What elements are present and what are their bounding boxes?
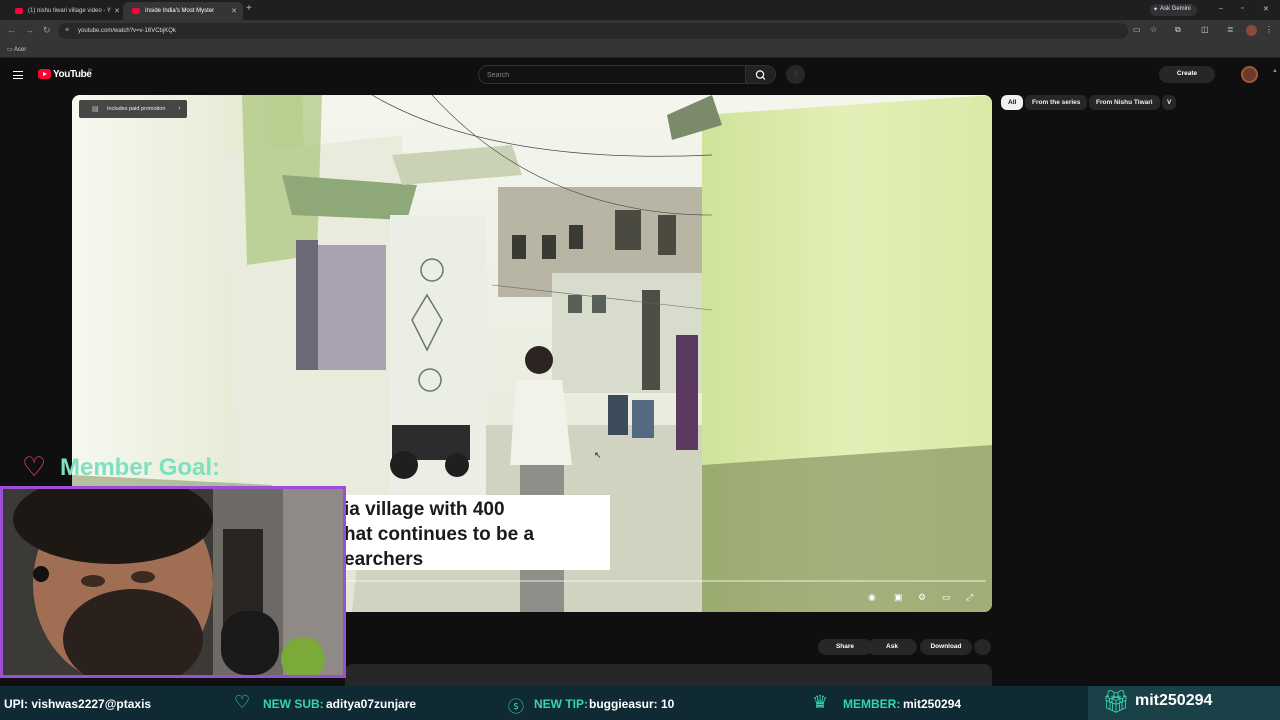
account-avatar[interactable] (1241, 66, 1258, 83)
member-goal-label: Member Goal: (60, 454, 221, 481)
hamburger-menu-icon[interactable] (13, 71, 23, 79)
gift-username: mit250294 (1135, 692, 1213, 709)
heart-outline-icon: ♡ (234, 692, 251, 712)
bookmarks-bar: ▭ Acer (0, 42, 1280, 58)
downloads-icon[interactable]: ≣ (1227, 25, 1234, 34)
theater-mode-icon[interactable]: ▭ (942, 592, 951, 603)
browser-tab-2[interactable]: Inside India's Most Myster ✕ (123, 2, 243, 20)
chip-truncated[interactable]: V (1162, 95, 1176, 110)
ask-button[interactable]: Ask (867, 639, 917, 655)
scroll-up-icon[interactable]: ▲ (1272, 68, 1278, 74)
subtitles-icon[interactable]: ▣ (894, 592, 903, 603)
youtube-favicon-icon (132, 8, 140, 14)
close-tab-icon[interactable]: ✕ (114, 7, 120, 15)
reload-icon[interactable]: ↻ (43, 25, 51, 36)
voice-search-button[interactable] (786, 65, 805, 84)
description-box[interactable] (345, 664, 992, 688)
settings-gear-icon[interactable]: ⚙ (918, 592, 926, 603)
gift-icon: 🎁︎ (1102, 689, 1130, 714)
new-tab-icon[interactable]: + (246, 3, 252, 14)
new-sub-label: NEW SUB: (263, 697, 324, 711)
bookmark-star-icon[interactable]: ☆ (1150, 25, 1157, 34)
browser-tab-bar: (1) nishu tiwari village video - Y ✕ Ins… (0, 0, 1280, 20)
video-caption: ia village with 400 hat continues to be … (334, 495, 610, 570)
new-sub-value: aditya07zunjare (326, 697, 417, 711)
restore-icon[interactable]: ▫ (1241, 5, 1243, 12)
fullscreen-icon[interactable]: ⤢ (966, 592, 973, 603)
webcam-image (3, 489, 343, 675)
site-info-icon[interactable]: ≡ (65, 27, 69, 34)
chip-from-the-series[interactable]: From the series (1025, 95, 1088, 110)
youtube-header: YouTube IN Create (0, 60, 1280, 90)
search-button[interactable] (746, 65, 776, 84)
chip-from-nishu-tiwari[interactable]: From Nishu Tiwari (1089, 95, 1160, 110)
bookmark-acer[interactable]: ▭ Acer (7, 46, 26, 53)
youtube-logo[interactable]: YouTube (53, 69, 92, 80)
search-input[interactable] (487, 69, 727, 81)
profile-avatar[interactable] (1246, 25, 1257, 36)
youtube-favicon-icon (15, 8, 23, 14)
split-view-icon[interactable]: ◫ (1201, 25, 1209, 34)
back-icon[interactable]: ← (7, 25, 16, 35)
autoplay-toggle-icon[interactable]: ◉ (868, 592, 876, 603)
chip-all[interactable]: All (1001, 95, 1024, 110)
share-button[interactable]: Share (818, 639, 872, 655)
chevron-right-icon: › (178, 105, 181, 112)
cast-icon[interactable]: ▭ (1133, 25, 1141, 34)
forward-icon[interactable]: → (25, 25, 34, 35)
heart-icon: ♡ (22, 452, 47, 482)
search-box[interactable] (478, 65, 746, 84)
extensions-icon[interactable]: ⧉ (1175, 25, 1181, 35)
info-icon: ▤ (92, 106, 99, 113)
member-value: mit250294 (903, 697, 962, 711)
close-tab-icon[interactable]: ✕ (231, 7, 237, 15)
mouse-cursor-icon: ↖ (594, 450, 602, 460)
paid-promotion-badge[interactable]: ▤ Includes paid promotion › (79, 100, 188, 118)
ask-gemini-button[interactable]: Ask Gemini (1150, 4, 1197, 16)
url-field[interactable]: ≡ youtube.com/watch?v=v-16VCbjKQk (58, 23, 1128, 39)
menu-dots-icon[interactable]: ⋮ (1265, 25, 1273, 34)
upi-text: UPI: vishwas2227@ptaxis (4, 697, 152, 711)
member-label: MEMBER: (843, 697, 901, 711)
address-bar-row: ← → ↻ ≡ youtube.com/watch?v=v-16VCbjKQk … (0, 20, 1280, 42)
create-button[interactable]: Create (1159, 66, 1215, 83)
youtube-logo-icon[interactable] (38, 69, 51, 79)
microphone-icon (794, 70, 797, 76)
download-button[interactable]: Download (920, 639, 972, 655)
paid-promotion-label: Includes paid promotion (107, 106, 166, 112)
new-tip-label: NEW TIP: (534, 697, 588, 711)
url-text: youtube.com/watch?v=v-16VCbjKQk (78, 28, 176, 34)
minimize-icon[interactable]: – (1219, 5, 1223, 12)
crown-icon: ♛ (812, 692, 829, 712)
tab-title: Inside India's Most Myster (145, 8, 215, 14)
tab-title: (1) nishu tiwari village video - Y (28, 8, 111, 14)
dollar-icon: ⓢ (508, 699, 525, 716)
webcam-feed (0, 486, 346, 678)
search-icon (755, 70, 766, 80)
new-tip-value: buggieasur: 10 (589, 697, 675, 711)
country-code: IN (88, 67, 92, 72)
more-actions-button[interactable] (974, 639, 991, 655)
screen: (1) nishu tiwari village video - Y ✕ Ins… (0, 0, 1280, 720)
close-window-icon[interactable]: ✕ (1263, 5, 1269, 13)
browser-tab-1[interactable]: (1) nishu tiwari village video - Y ✕ (6, 2, 126, 20)
bookmark-label: Acer (14, 47, 27, 53)
